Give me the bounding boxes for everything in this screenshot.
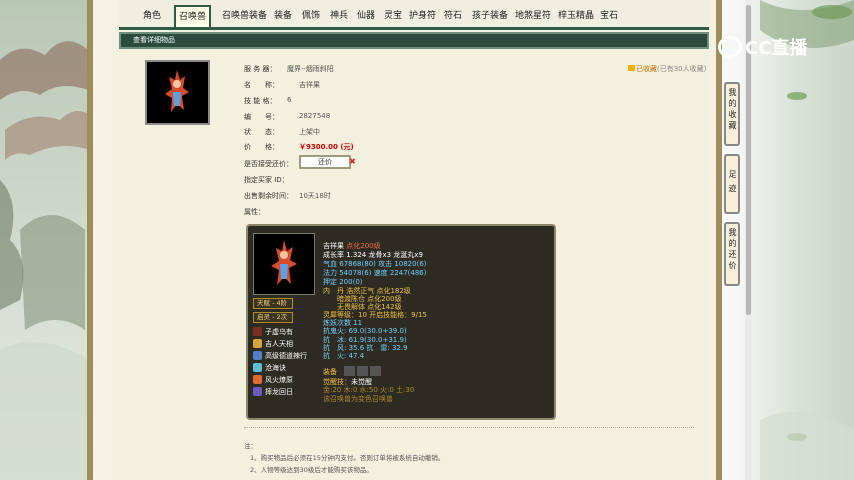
skill-icon <box>253 351 262 360</box>
id-label: 编 号： <box>244 113 279 121</box>
tab-amulet[interactable]: 护身符 <box>409 8 436 24</box>
skill-icon <box>253 327 262 336</box>
skill-icon <box>253 363 262 372</box>
server-value: 魔界·-烟雨斜阳 <box>287 65 334 73</box>
name-value: 吉祥果 <box>299 81 320 89</box>
buyer-id-label: 指定买家 ID： <box>244 176 289 184</box>
price-label: 价 格： <box>244 143 279 151</box>
name-label: 名 称： <box>244 81 279 89</box>
bargain-button[interactable]: 还价 <box>299 155 351 169</box>
section-title: 查看详细物品 <box>119 32 709 49</box>
equip-label: 装备 <box>323 368 337 376</box>
my-favorites-button[interactable]: 我的收藏 <box>724 82 740 146</box>
skill-item[interactable]: 吉人天相 <box>253 338 293 349</box>
notes-head: 注： <box>244 442 257 450</box>
mana-speed-line: 法力 54078(6) 速度 2247(486) <box>323 269 427 277</box>
skill-icon <box>253 375 262 384</box>
tab-summon[interactable]: 召唤兽 <box>174 5 212 27</box>
pet-figure-icon <box>271 240 297 285</box>
favorite-count: (已有30人收藏) <box>657 65 707 73</box>
skill-slots-label: 技 能 格： <box>244 97 277 105</box>
tab-summon-equip[interactable]: 召唤兽装备 <box>222 8 267 24</box>
category-tabs: 角色 召唤兽 召唤兽装备 装备 佩饰 神兵 仙器 灵宝 护身符 符石 孩子装备 … <box>119 0 709 30</box>
favorite-icon <box>628 65 635 71</box>
tab-role[interactable]: 角色 <box>143 8 161 24</box>
skill-item[interactable]: 风火燎原 <box>253 374 293 385</box>
skill-icon <box>253 339 262 348</box>
equip-slot-icon[interactable] <box>370 366 381 376</box>
tab-gem[interactable]: 宝石 <box>600 8 618 24</box>
cc-logo-icon <box>718 36 742 58</box>
resist-line: 抗 火: 47.4 <box>323 352 365 360</box>
item-thumbnail <box>145 60 210 125</box>
resist-line: 抗鬼火: 69.0(30.0+39.0) <box>323 327 407 335</box>
tab-equipment[interactable]: 装备 <box>274 8 292 24</box>
skill-item[interactable]: 子虚乌有 <box>253 326 293 337</box>
favorite-link[interactable]: 已收藏(已有30人收藏) <box>628 64 706 74</box>
remaining-time-label: 出售剩余时间： <box>244 192 293 200</box>
skill-item[interactable]: 高级德道辣行 <box>253 350 307 361</box>
divider <box>244 427 694 428</box>
transform-line: 该召唤兽为变色召唤兽 <box>323 395 393 403</box>
hp-attack-line: 气血 67868(80) 攻击 10820(6) <box>323 260 427 268</box>
tab-child-equip[interactable]: 孩子装备 <box>472 8 508 24</box>
note-1: 1、购买物品后必须在15分钟内支付。否则订单将被系统自动撤销。 <box>250 454 445 462</box>
skill-item[interactable]: 摔龙回日 <box>253 386 293 397</box>
status-value: 上架中 <box>299 128 320 136</box>
tab-rune[interactable]: 符石 <box>444 8 462 24</box>
remaining-time-value: 10天18时 <box>299 192 331 200</box>
elements-line: 金:20 木:0 水:50 火:0 土:30 <box>323 386 415 394</box>
equip-slot-icon[interactable] <box>357 366 368 376</box>
talent-badge: 天赋 - 4阶 <box>253 298 293 309</box>
bind-line: 押定 200(0) <box>323 278 363 286</box>
price-value: ￥9300.00 (元) <box>299 143 354 151</box>
tab-jade-crystal[interactable]: 梓玉精晶 <box>558 8 594 24</box>
note-2: 2、人物等级达到30级后才能购买该物品。 <box>250 466 373 474</box>
tab-accessory[interactable]: 佩饰 <box>302 8 320 24</box>
favorite-label: 已收藏 <box>636 65 657 73</box>
footprints-button[interactable]: 足迹 <box>724 154 740 214</box>
growth-line: 成长率 1.324 龙骨x3 龙涎丸x9 <box>323 251 423 259</box>
popup-pet-thumbnail <box>253 233 315 295</box>
tab-weapon[interactable]: 神兵 <box>330 8 348 24</box>
my-bargains-button[interactable]: 我的还价 <box>724 222 740 286</box>
scrollbar[interactable] <box>745 0 752 480</box>
skill-slots-value: 6 <box>287 96 292 104</box>
id-value: 2827548 <box>299 112 331 120</box>
server-label: 服 务 器： <box>244 65 277 73</box>
status-label: 状 态： <box>244 128 279 136</box>
equip-slot-icon[interactable] <box>344 366 355 376</box>
spirit-badge: 启灵 - 2次 <box>253 312 293 323</box>
attributes-label: 属性： <box>244 208 265 216</box>
skill-icon <box>253 387 262 396</box>
tab-artifact[interactable]: 仙器 <box>357 8 375 24</box>
equip-slots <box>344 366 396 376</box>
skill-item[interactable]: 沧海诀 <box>253 362 286 373</box>
cc-logo-watermark: CC直播 <box>718 34 807 60</box>
close-icon[interactable]: ✖ <box>349 157 356 166</box>
pet-name-line: 吉祥果 点化200级 <box>323 242 381 250</box>
bargain-label: 是否接受还价： <box>244 160 293 168</box>
pet-figure-icon <box>147 62 208 123</box>
tab-treasure[interactable]: 灵宝 <box>384 8 402 24</box>
tab-star-rune[interactable]: 地煞星符 <box>515 8 551 24</box>
